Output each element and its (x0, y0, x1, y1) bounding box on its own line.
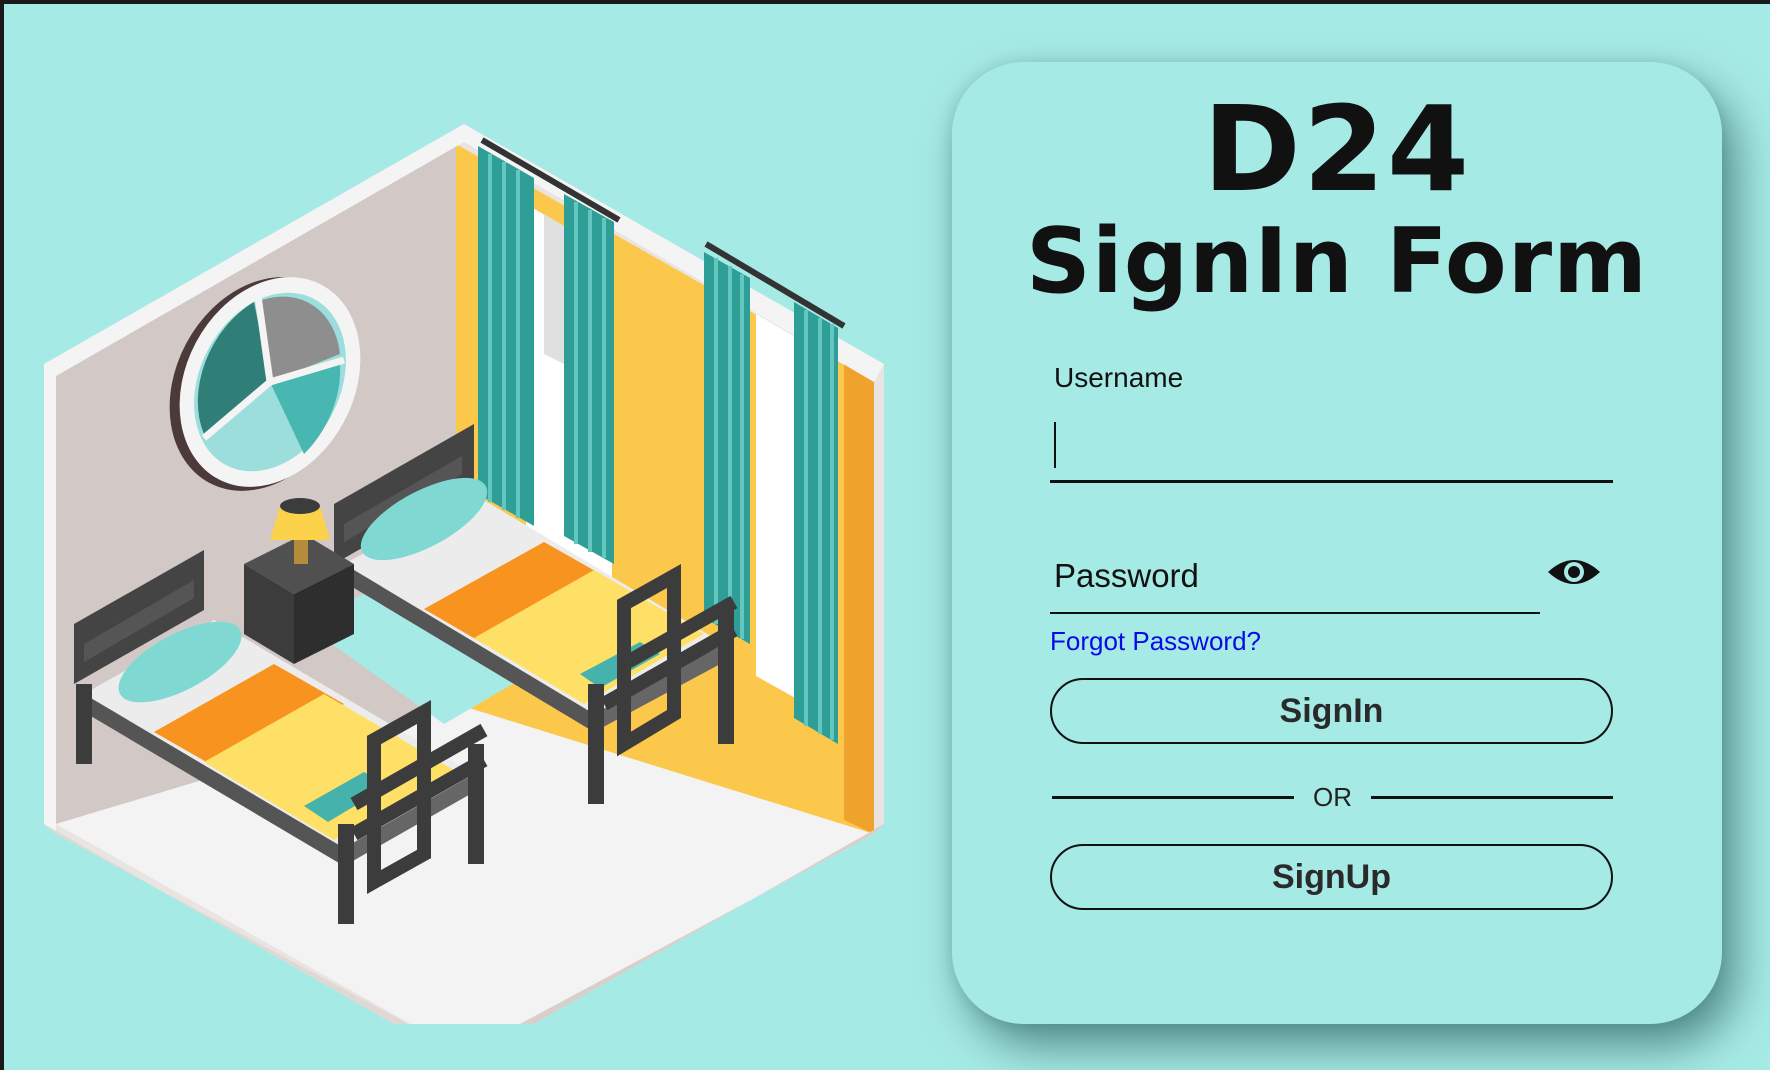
brand-title: D24 (1202, 80, 1472, 218)
form-title: SignIn Form (1026, 209, 1648, 314)
text-caret (1054, 422, 1056, 468)
divider-line-right (1371, 796, 1613, 799)
bedroom-illustration (44, 124, 884, 1024)
signin-card: D24 SignIn Form Username Forgot Password… (952, 62, 1722, 1024)
page: D24 SignIn Form Username Forgot Password… (4, 4, 1770, 1070)
forgot-password-link[interactable]: Forgot Password? (1050, 626, 1261, 657)
username-input[interactable] (1050, 408, 1613, 480)
password-field-wrapper (1050, 540, 1540, 614)
username-field-wrapper (1050, 408, 1613, 483)
password-input[interactable] (1050, 540, 1540, 612)
signup-button[interactable]: SignUp (1050, 844, 1613, 910)
signin-button[interactable]: SignIn (1050, 678, 1613, 744)
or-divider: OR (1052, 778, 1613, 818)
eye-icon[interactable] (1546, 552, 1602, 592)
username-label: Username (1054, 362, 1184, 393)
